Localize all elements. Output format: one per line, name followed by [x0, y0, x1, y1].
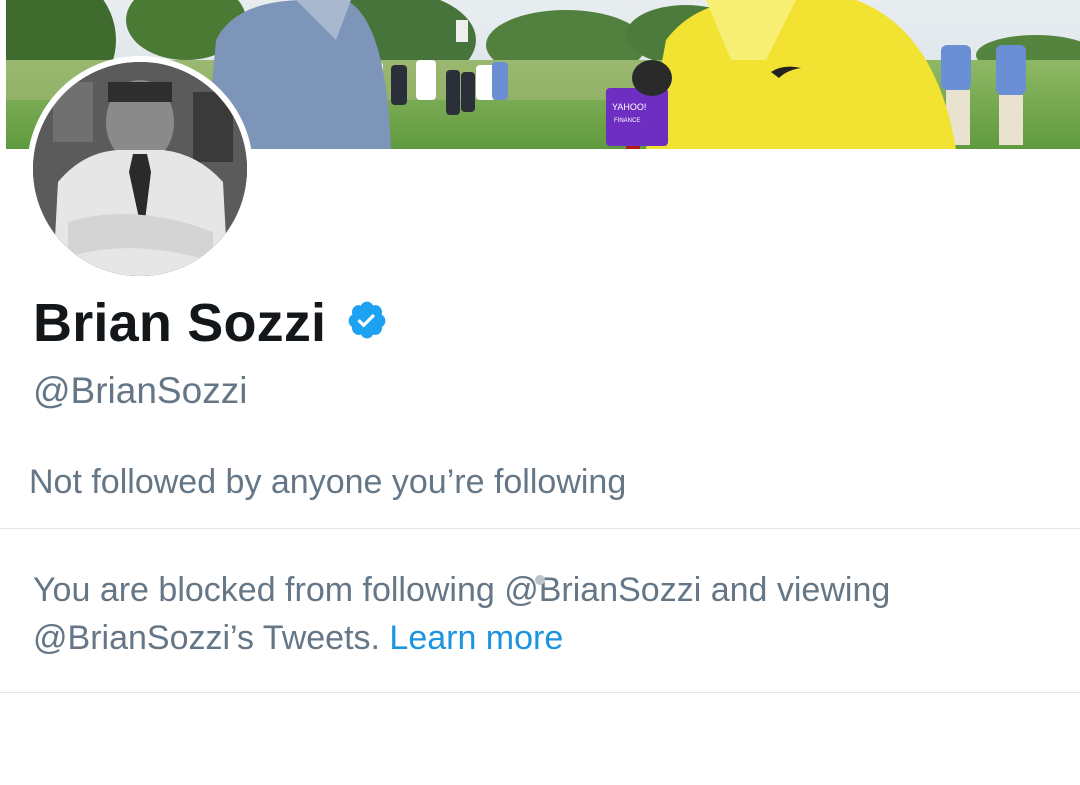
verified-badge-icon: [346, 299, 388, 341]
mic-sub-label: FINANCE: [614, 118, 640, 124]
display-name: Brian Sozzi: [33, 293, 327, 353]
followers-you-know-text: Not followed by anyone you’re following: [29, 463, 627, 501]
scroll-indicator: [535, 575, 545, 585]
divider: [0, 528, 1080, 529]
learn-more-link[interactable]: Learn more: [389, 619, 563, 657]
divider: [0, 692, 1080, 693]
blocked-notice: You are blocked from following @BrianSoz…: [33, 566, 1033, 662]
display-name-row: Brian Sozzi: [33, 288, 388, 358]
profile-handle: @BrianSozzi: [33, 370, 248, 411]
avatar-photo: [33, 62, 247, 276]
mic-brand-label: YAHOO!: [612, 102, 646, 112]
profile-avatar[interactable]: [27, 56, 253, 282]
